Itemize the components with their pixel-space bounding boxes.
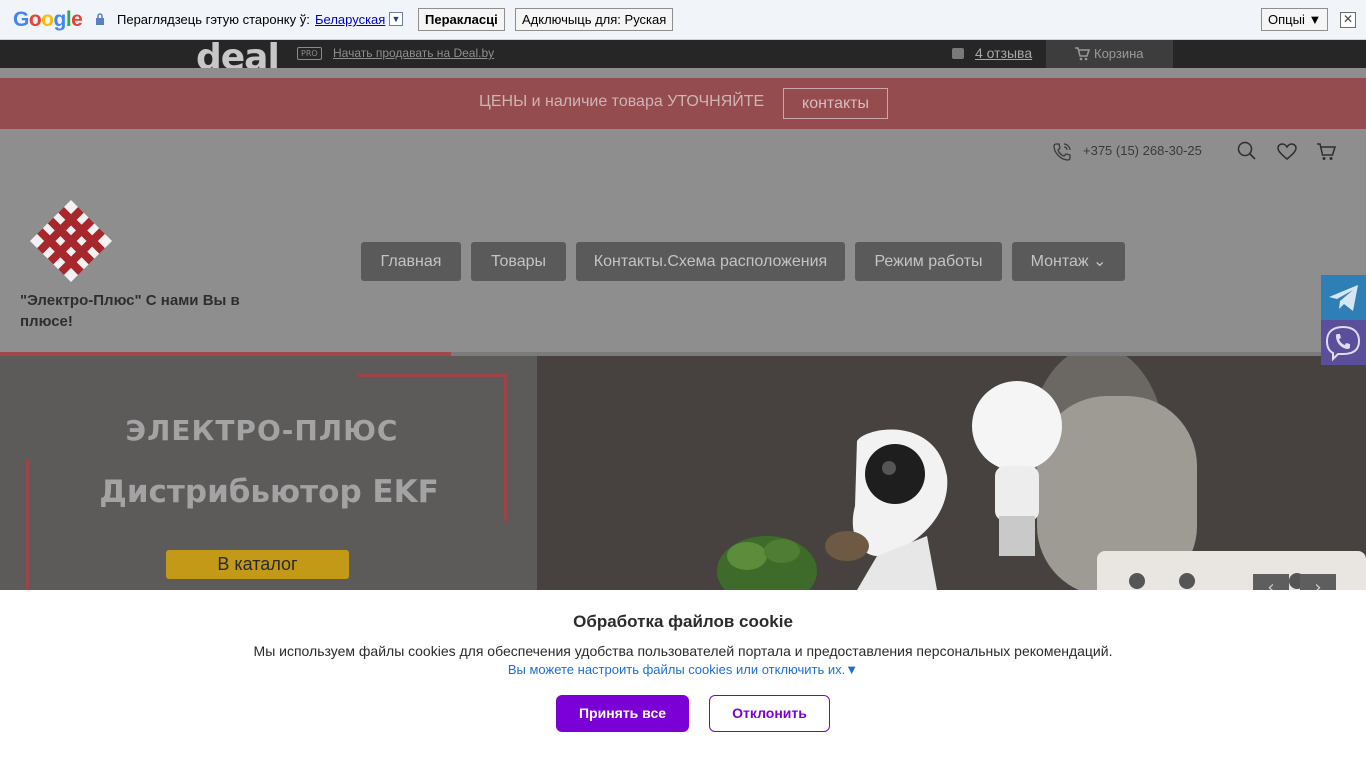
cookie-description: Мы используем файлы cookies для обеспече… (253, 643, 1113, 659)
heart-icon[interactable] (1277, 143, 1297, 161)
telegram-icon (1329, 285, 1358, 311)
hero-text-panel: ЭЛЕКТРО-ПЛЮС Дистрибьютор EKF В каталог (0, 356, 537, 590)
notice-text: ЦЕНЫ и наличие товара УТОЧНЯЙТЕ (479, 93, 765, 110)
cart-icon[interactable] (1317, 143, 1336, 161)
hero-product-image: ‹ › (537, 356, 1366, 590)
nav-work-hours[interactable]: Режим работы (855, 242, 1002, 281)
contacts-button[interactable]: контакты (783, 88, 888, 119)
decorative-frame (358, 374, 507, 377)
company-logo[interactable] (28, 198, 114, 284)
target-language-link[interactable]: Беларуская (315, 12, 385, 27)
price-notice-banner: ЦЕНЫ и наличие товара УТОЧНЯЙТЕ контакты (0, 78, 1366, 129)
hero-title: ЭЛЕКТРО-ПЛЮС (125, 414, 399, 447)
deal-topbar: deal PRO Начать продавать на Deal.by 4 о… (0, 40, 1366, 68)
hero-slider: ЭЛЕКТРО-ПЛЮС Дистрибьютор EKF В каталог … (0, 356, 1366, 590)
close-icon[interactable]: ✕ (1340, 12, 1356, 28)
phone-number[interactable]: +375 (15) 268-30-25 (1083, 143, 1202, 158)
cart-label: Корзина (1094, 46, 1144, 61)
accept-all-button[interactable]: Принять все (556, 695, 689, 732)
deal-cart-button[interactable]: Корзина (1046, 40, 1173, 68)
lock-icon (96, 13, 104, 25)
translate-bar: Google Пераглядзець гэтую старонку ў: Бе… (0, 0, 1366, 40)
turn-off-translate-button[interactable]: Адключыць для: Руская (515, 8, 674, 31)
translate-options-button[interactable]: Опцыі ▼ (1261, 8, 1329, 31)
reviews-link[interactable]: 4 отзыва (975, 45, 1032, 61)
viber-button[interactable] (1321, 320, 1366, 365)
hero-subtitle: Дистрибьютор EKF (99, 474, 439, 510)
decline-button[interactable]: Отклонить (709, 695, 830, 732)
deal-logo[interactable]: deal (196, 40, 280, 68)
telegram-button[interactable] (1321, 275, 1366, 320)
search-icon[interactable] (1237, 141, 1257, 161)
catalog-button[interactable]: В каталог (166, 550, 349, 579)
smart-home-devices-image (537, 356, 1366, 590)
comment-icon (952, 48, 964, 59)
translate-button[interactable]: Перакласці (418, 8, 505, 31)
viber-icon (1325, 325, 1361, 362)
slider-prev-button[interactable]: ‹ (1253, 574, 1289, 590)
cookie-settings-link[interactable]: Вы можете настроить файлы cookies или от… (0, 662, 1366, 677)
start-selling-link[interactable]: Начать продавать на Deal.by (333, 46, 494, 60)
cookie-consent-panel: Обработка файлов cookie Мы используем фа… (0, 590, 1366, 768)
pro-badge: PRO (297, 47, 322, 60)
slider-next-button[interactable]: › (1300, 574, 1336, 590)
google-logo: Google (13, 8, 83, 31)
cookie-title: Обработка файлов cookie (573, 612, 793, 631)
nav-home[interactable]: Главная (361, 242, 461, 281)
nav-products[interactable]: Товары (471, 242, 566, 281)
phone-icon (1053, 143, 1071, 161)
nav-installation-dropdown[interactable]: Монтаж ⌄ (1012, 242, 1125, 281)
cart-icon (1075, 47, 1090, 61)
language-dropdown-icon[interactable]: ▼ (389, 12, 403, 26)
nav-contacts[interactable]: Контакты.Схема расположения (576, 242, 845, 281)
brand-tagline: "Электро-Плюс" С нами Вы в плюсе! (20, 292, 240, 330)
translate-prompt: Пераглядзець гэтую старонку ў: (117, 12, 310, 27)
